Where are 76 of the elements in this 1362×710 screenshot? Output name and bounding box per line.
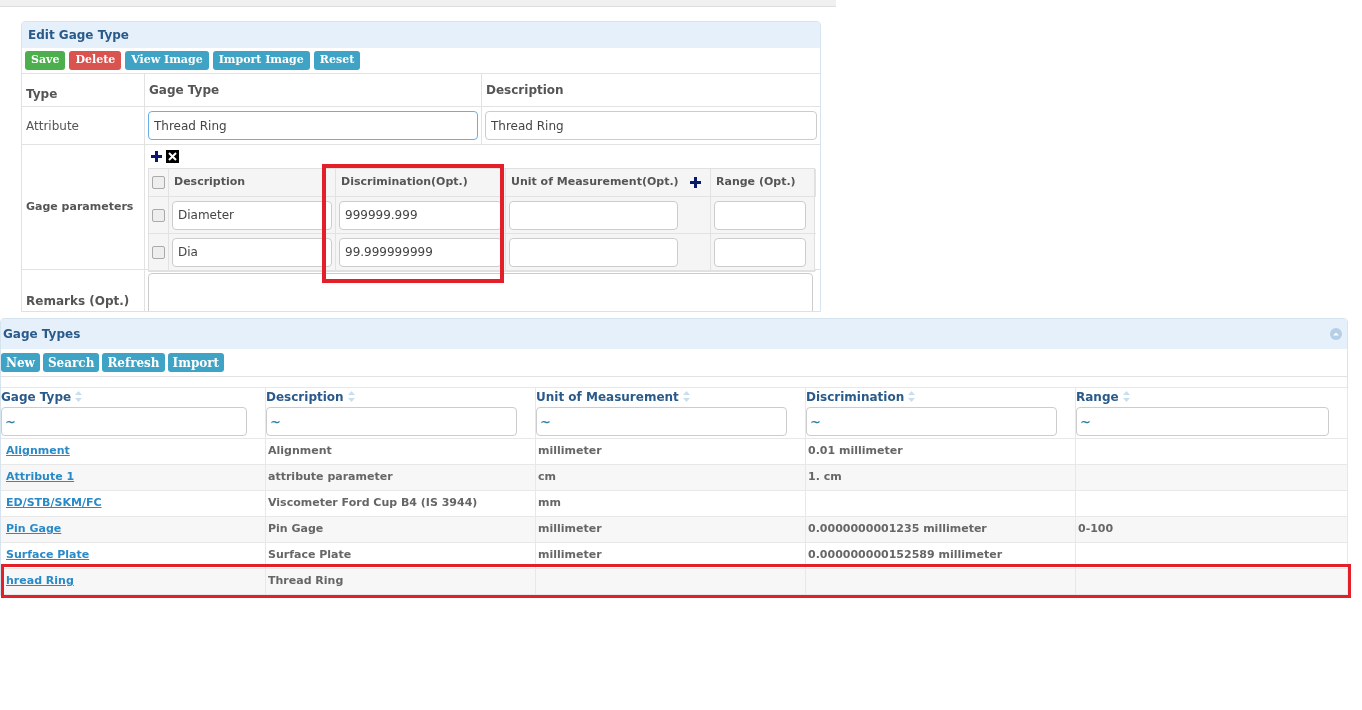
remarks-textarea[interactable] xyxy=(148,273,813,311)
filter-input[interactable]: ~ xyxy=(1076,407,1329,436)
gage-type-input[interactable]: Thread Ring xyxy=(148,111,478,140)
sort-icon xyxy=(347,391,355,402)
column-header[interactable]: Description xyxy=(266,387,344,406)
toolbar-button[interactable]: View Image xyxy=(125,51,209,70)
field-label: Description xyxy=(486,82,564,99)
table-cell-text: 1. cm xyxy=(807,469,842,486)
discrimination-input[interactable]: 99.999999999 xyxy=(339,237,502,267)
table-cell-text: Pin Gage xyxy=(267,521,324,538)
table-cell-text: 0.000000000152589 millimeter xyxy=(807,547,1003,564)
toolbar-button[interactable]: Import Image xyxy=(212,51,310,70)
panel-title: Edit Gage Type xyxy=(28,27,129,44)
table-cell-text: millimeter xyxy=(537,443,602,460)
checkbox[interactable] xyxy=(152,176,165,189)
column-header[interactable]: Range xyxy=(1076,387,1119,406)
add-icon[interactable] xyxy=(151,151,162,162)
column-header[interactable]: Gage Type xyxy=(1,387,72,406)
column-header: Range (Opt.) xyxy=(716,174,796,191)
checkbox[interactable] xyxy=(152,245,165,259)
table-cell-text: Thread Ring xyxy=(267,573,344,590)
table-cell-text: millimeter xyxy=(537,521,602,538)
column-header[interactable]: Unit of Measurement xyxy=(536,387,679,406)
unit-input[interactable] xyxy=(509,200,678,230)
toolbar-button[interactable]: Search xyxy=(42,353,100,372)
gage-type-link[interactable]: ED/STB/SKM/FC xyxy=(6,495,102,512)
field-label: Gage parameters xyxy=(26,198,134,215)
table-cell-text: Alignment xyxy=(267,443,332,460)
description-input[interactable]: Thread Ring xyxy=(485,111,817,140)
parameter-description-input[interactable]: Dia xyxy=(172,237,332,267)
checkbox[interactable] xyxy=(152,208,165,222)
collapse-icon[interactable] xyxy=(1330,328,1342,340)
table-cell-text: cm xyxy=(537,469,556,486)
gage-type-link[interactable]: Alignment xyxy=(6,443,70,460)
filter-input[interactable]: ~ xyxy=(1,407,247,436)
toolbar-button[interactable]: New xyxy=(1,353,40,372)
table-cell-text: Surface Plate xyxy=(267,547,352,564)
toolbar-button[interactable]: Save xyxy=(25,51,66,70)
toolbar-button[interactable]: Refresh xyxy=(102,353,165,372)
gage-type-link[interactable]: Surface Plate xyxy=(6,547,90,564)
add-icon[interactable] xyxy=(690,177,701,188)
sort-icon xyxy=(682,391,690,402)
sort-icon xyxy=(75,391,83,402)
filter-input[interactable]: ~ xyxy=(806,407,1057,436)
table-cell-text: 0.0000000001235 millimeter xyxy=(807,521,987,538)
table-cell-text: mm xyxy=(537,495,561,512)
column-header: Discrimination(Opt.) xyxy=(341,174,468,191)
unit-input[interactable] xyxy=(509,237,678,267)
field-label: Remarks (Opt.) xyxy=(26,292,130,310)
gage-type-link[interactable]: Attribute 1 xyxy=(6,469,75,486)
table-cell-text: 0.01 millimeter xyxy=(807,443,903,460)
toolbar-button[interactable]: Reset xyxy=(313,51,361,70)
filter-input[interactable]: ~ xyxy=(536,407,787,436)
range-input[interactable] xyxy=(714,237,806,267)
column-header[interactable]: Discrimination xyxy=(806,387,905,406)
parameter-description-input[interactable]: Diameter xyxy=(172,200,332,230)
toolbar-button[interactable]: Import xyxy=(167,353,225,372)
sort-icon xyxy=(1122,391,1130,402)
field-value: Attribute xyxy=(26,117,79,135)
table-cell-text: attribute parameter xyxy=(267,469,393,486)
table-cell-text: Viscometer Ford Cup B4 (IS 3944) xyxy=(267,495,478,512)
column-header: Description xyxy=(174,174,246,191)
discrimination-input[interactable]: 999999.999 xyxy=(339,200,502,230)
table-cell-text: 0-100 xyxy=(1077,521,1114,538)
filter-input[interactable]: ~ xyxy=(266,407,517,436)
range-input[interactable] xyxy=(714,200,806,230)
field-label: Gage Type xyxy=(149,82,220,99)
gage-type-link[interactable]: hread Ring xyxy=(6,573,74,590)
delete-icon[interactable] xyxy=(166,150,179,163)
table-cell-text: millimeter xyxy=(537,547,602,564)
field-label: Type xyxy=(26,86,58,103)
toolbar-button[interactable]: Delete xyxy=(69,51,122,70)
column-header: Unit of Measurement(Opt.) xyxy=(511,174,679,191)
sort-icon xyxy=(908,391,916,402)
panel-title: Gage Types xyxy=(2,326,81,343)
gage-type-link[interactable]: Pin Gage xyxy=(6,521,62,538)
